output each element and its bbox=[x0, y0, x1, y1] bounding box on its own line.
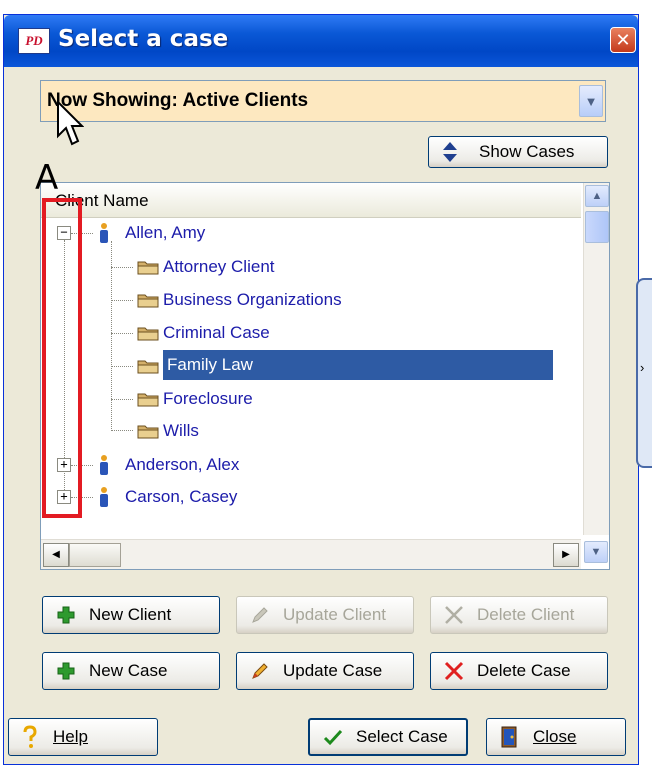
client-person-icon bbox=[100, 223, 108, 243]
select-case-button[interactable]: Select Case bbox=[308, 718, 468, 756]
app-logo-icon: PD bbox=[18, 28, 50, 54]
case-name: Foreclosure bbox=[163, 389, 253, 408]
delete-x-icon bbox=[443, 604, 465, 626]
title-bar[interactable]: PD Select a case ✕ bbox=[4, 15, 638, 67]
filter-dropdown-value: Now Showing: Active Clients bbox=[47, 90, 309, 111]
checkmark-icon bbox=[322, 726, 344, 748]
scroll-right-icon[interactable]: ▶ bbox=[553, 543, 579, 567]
update-client-button[interactable]: Update Client bbox=[236, 596, 414, 634]
client-person-icon bbox=[100, 455, 108, 475]
tree-case-row[interactable]: Criminal Case bbox=[163, 318, 270, 348]
client-name: Anderson, Alex bbox=[125, 455, 240, 474]
column-header-client-name[interactable]: Client Name bbox=[41, 183, 581, 218]
client-name: Allen, Amy bbox=[125, 223, 206, 242]
case-name: Wills bbox=[163, 421, 199, 440]
new-case-button[interactable]: New Case bbox=[42, 652, 220, 690]
tree-case-row[interactable]: Attorney Client bbox=[163, 252, 275, 282]
tree-line bbox=[111, 241, 112, 429]
tree-line bbox=[111, 399, 133, 400]
tree-case-row[interactable]: Wills bbox=[163, 416, 199, 446]
tree-line bbox=[111, 333, 133, 334]
horizontal-scroll-thumb[interactable] bbox=[69, 543, 121, 567]
window-title: Select a case bbox=[58, 26, 229, 52]
delete-client-label: Delete Client bbox=[477, 605, 575, 624]
close-label: Close bbox=[533, 727, 577, 746]
door-exit-icon bbox=[499, 726, 521, 748]
close-window-button[interactable]: ✕ bbox=[610, 27, 636, 53]
select-case-label: Select Case bbox=[356, 727, 448, 746]
side-panel-tab[interactable]: › bbox=[636, 278, 652, 468]
pencil-icon bbox=[249, 660, 271, 682]
client-name: Carson, Casey bbox=[125, 487, 238, 506]
tree-case-row-selected[interactable]: Family Law bbox=[163, 350, 553, 380]
scroll-up-icon[interactable]: ▲ bbox=[585, 185, 609, 207]
tree-client-row[interactable]: Allen, Amy bbox=[125, 218, 205, 248]
case-folder-icon bbox=[137, 261, 159, 275]
vertical-scrollbar[interactable]: ▲ bbox=[583, 183, 609, 535]
case-folder-icon bbox=[137, 327, 159, 341]
case-name: Business Organizations bbox=[163, 290, 342, 309]
chevron-right-icon: › bbox=[640, 360, 645, 375]
case-folder-icon bbox=[137, 393, 159, 407]
case-folder-icon bbox=[137, 360, 159, 374]
pencil-icon bbox=[249, 604, 271, 626]
new-client-label: New Client bbox=[89, 605, 172, 624]
delete-client-button[interactable]: Delete Client bbox=[430, 596, 608, 634]
new-client-button[interactable]: New Client bbox=[42, 596, 220, 634]
horizontal-scrollbar[interactable]: ◀ ▶ bbox=[41, 539, 581, 569]
tree-client-row[interactable]: Anderson, Alex bbox=[125, 450, 239, 480]
case-folder-icon bbox=[137, 425, 159, 439]
update-case-button[interactable]: Update Case bbox=[236, 652, 414, 690]
plus-icon bbox=[55, 604, 77, 626]
case-name: Family Law bbox=[167, 355, 253, 374]
delete-case-button[interactable]: Delete Case bbox=[430, 652, 608, 690]
tree-client-row[interactable]: Carson, Casey bbox=[125, 482, 237, 512]
close-button[interactable]: Close bbox=[486, 718, 626, 756]
scroll-left-icon[interactable]: ◀ bbox=[43, 543, 69, 567]
case-name: Attorney Client bbox=[163, 257, 275, 276]
annotation-highlight-box bbox=[42, 198, 82, 518]
help-label: Help bbox=[53, 727, 88, 746]
delete-case-label: Delete Case bbox=[477, 661, 571, 680]
tree-line bbox=[111, 267, 133, 268]
scroll-down-icon[interactable]: ▼ bbox=[584, 541, 608, 563]
chevron-down-icon[interactable]: ▼ bbox=[579, 85, 603, 117]
question-mark-icon bbox=[19, 725, 41, 748]
vertical-scroll-thumb[interactable] bbox=[585, 211, 609, 243]
tree-line bbox=[111, 300, 133, 301]
help-button[interactable]: Help bbox=[8, 718, 158, 756]
tree-case-row[interactable]: Business Organizations bbox=[163, 285, 342, 315]
case-name: Criminal Case bbox=[163, 323, 270, 342]
tree-line bbox=[111, 366, 133, 367]
mouse-cursor-icon bbox=[57, 100, 84, 146]
plus-icon bbox=[55, 660, 77, 682]
annotation-letter: A bbox=[35, 158, 59, 198]
update-client-label: Update Client bbox=[283, 605, 387, 624]
client-person-icon bbox=[100, 487, 108, 507]
tree-case-row[interactable]: Foreclosure bbox=[163, 384, 253, 414]
show-cases-label: Show Cases bbox=[479, 142, 575, 161]
filter-dropdown[interactable]: Now Showing: Active Clients ▼ bbox=[40, 80, 606, 122]
update-case-label: Update Case bbox=[283, 661, 383, 680]
client-case-tree[interactable]: Client Name − Allen, Amy Attorney Client… bbox=[40, 182, 610, 570]
tree-line bbox=[111, 430, 133, 431]
up-down-arrows-icon bbox=[439, 141, 461, 163]
case-folder-icon bbox=[137, 294, 159, 308]
new-case-label: New Case bbox=[89, 661, 168, 680]
show-cases-button[interactable]: Show Cases bbox=[428, 136, 608, 168]
delete-x-icon bbox=[443, 660, 465, 682]
